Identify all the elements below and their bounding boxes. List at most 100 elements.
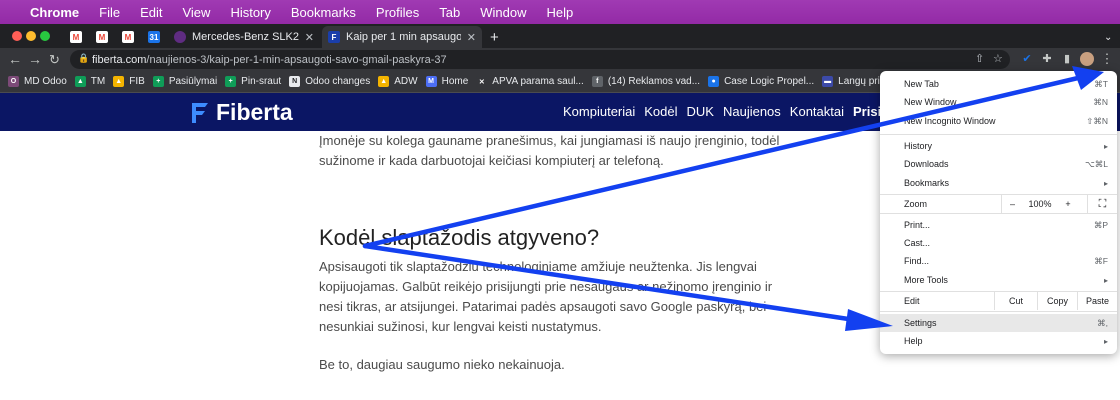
bookmark-label: MD Odoo (24, 76, 67, 87)
back-arrow-icon[interactable]: ← (8, 51, 22, 68)
menu-label: New Incognito Window (904, 116, 996, 126)
shortcut: ⌘N (1093, 96, 1108, 107)
body-paragraph-2: Be to, daugiau saugumo nieko nekainuoja. (319, 357, 565, 372)
gmail-icon: M (96, 31, 108, 43)
reading-list-icon[interactable]: ▮ (1060, 52, 1074, 66)
menu-downloads[interactable]: Downloads ⌥⌘L (880, 155, 1117, 173)
shortcut: ⌥⌘L (1084, 158, 1108, 169)
gmail-icon: M (70, 31, 82, 43)
edit-cut-button[interactable]: Cut (994, 292, 1037, 310)
close-window-button[interactable] (12, 31, 22, 41)
menubar-view[interactable]: View (182, 5, 210, 20)
menu-divider (880, 311, 1117, 312)
nav-kompiuteriai[interactable]: Kompiuteriai (563, 104, 635, 119)
tab-mercedes[interactable]: Mercedes-Benz SLK280, 3.0 l ✕ (168, 26, 320, 48)
tab-strip: M M M 31 Mercedes-Benz SLK280, 3.0 l ✕ F… (0, 24, 1120, 48)
bookmark-favicon-icon: O (8, 76, 19, 87)
menubar-file[interactable]: File (99, 5, 120, 20)
browser-toolbar: ← → ↻ 🔒 fiberta.com /naujienos-3/kaip-pe… (0, 48, 1120, 71)
minimize-window-button[interactable] (26, 31, 36, 41)
tab-search-chevron-icon[interactable]: ⌄ (1098, 26, 1118, 48)
bookmark-favicon-icon: + (152, 76, 164, 87)
menubar-profiles[interactable]: Profiles (376, 5, 419, 20)
menubar-help[interactable]: Help (547, 5, 574, 20)
bookmark-item[interactable]: ▲ TM (74, 76, 106, 87)
menu-settings[interactable]: Settings ⌘, (880, 314, 1117, 332)
bookmark-item[interactable]: ▲ FIB (113, 76, 145, 87)
share-icon[interactable]: ⇧ (975, 52, 984, 65)
menu-label: Print... (904, 220, 931, 230)
address-bar[interactable]: 🔒 fiberta.com /naujienos-3/kaip-per-1-mi… (70, 50, 1010, 69)
shortcut: ⌘, (1097, 317, 1108, 328)
fullscreen-icon[interactable]: ⛶ (1087, 195, 1117, 213)
pinned-tab-gmail-2[interactable]: M (90, 26, 114, 48)
lock-icon[interactable]: 🔒 (78, 53, 89, 64)
forward-arrow-icon[interactable]: → (28, 51, 42, 68)
bookmark-item[interactable]: N Odoo changes (289, 76, 370, 87)
bookmark-label: Pasiūlymai (168, 76, 218, 87)
menu-more-tools[interactable]: More Tools ▸ (880, 271, 1117, 289)
fiberta-logo[interactable]: Fiberta (190, 99, 293, 126)
nav-kodel[interactable]: Kodėl (644, 104, 677, 119)
bookmark-favicon-icon: ▬ (822, 76, 834, 87)
menu-new-incognito-window[interactable]: New Incognito Window ⇧⌘N (880, 112, 1117, 130)
bookmark-label: Pin-sraut (241, 76, 282, 87)
menubar-tab[interactable]: Tab (439, 5, 460, 20)
pinned-tab-gmail-3[interactable]: M (116, 26, 140, 48)
menu-new-window[interactable]: New Window ⌘N (880, 93, 1117, 111)
menu-label: Bookmarks (904, 178, 950, 188)
edit-paste-button[interactable]: Paste (1077, 292, 1117, 310)
intro-paragraph: Įmonėje su kolega gauname pranešimus, ka… (319, 133, 780, 168)
bookmark-item[interactable]: ✕ APVA parama saul... (476, 76, 584, 87)
menu-find[interactable]: Find... ⌘F (880, 252, 1117, 270)
bookmark-item[interactable]: + Pasiūlymai (152, 76, 218, 87)
bookmark-favicon-icon: ✕ (476, 76, 488, 87)
menubar-app-name[interactable]: Chrome (30, 5, 79, 20)
menu-bookmarks[interactable]: Bookmarks ▸ (880, 174, 1117, 192)
pinned-tab-calendar[interactable]: 31 (142, 26, 166, 48)
shortcut: ⇧⌘N (1086, 115, 1108, 126)
new-tab-button[interactable]: + (484, 26, 504, 48)
close-tab-icon[interactable]: ✕ (467, 31, 476, 44)
nav-kontaktai[interactable]: Kontaktai (790, 104, 844, 119)
extension-check-icon[interactable]: ✔ (1020, 52, 1034, 66)
bookmark-label: Case Logic Propel... (724, 76, 815, 87)
reload-icon[interactable]: ↻ (49, 51, 60, 68)
submenu-arrow-icon: ▸ (1103, 178, 1108, 188)
bookmark-favicon-icon: ▲ (378, 76, 390, 87)
edit-copy-button[interactable]: Copy (1037, 292, 1077, 310)
pinned-tab-gmail-1[interactable]: M (64, 26, 88, 48)
menubar-history[interactable]: History (230, 5, 270, 20)
bookmark-item[interactable]: O MD Odoo (8, 76, 67, 87)
menu-new-tab[interactable]: New Tab ⌘T (880, 75, 1117, 93)
chrome-menu-kebab-icon[interactable]: ⋮ (1100, 52, 1114, 66)
bookmark-star-icon[interactable]: ☆ (993, 52, 1003, 65)
submenu-arrow-icon: ▸ (1103, 336, 1108, 346)
bookmark-item[interactable]: ● Case Logic Propel... (708, 76, 814, 87)
menu-print[interactable]: Print... ⌘P (880, 216, 1117, 234)
menu-help[interactable]: Help ▸ (880, 332, 1117, 350)
zoom-window-button[interactable] (40, 31, 50, 41)
bookmark-item[interactable]: M Home (425, 76, 468, 87)
bookmark-label: TM (90, 76, 106, 87)
nav-duk[interactable]: DUK (687, 104, 714, 119)
bookmark-item[interactable]: f (14) Reklamos vad... (591, 76, 700, 87)
menubar-window[interactable]: Window (480, 5, 526, 20)
menu-divider (880, 134, 1117, 135)
close-tab-icon[interactable]: ✕ (305, 31, 314, 44)
bookmark-item[interactable]: + Pin-sraut (225, 76, 281, 87)
section-heading: Kodėl slaptažodis atgyveno? (319, 225, 600, 250)
menubar-edit[interactable]: Edit (140, 5, 162, 20)
zoom-level: 100% (1028, 199, 1052, 209)
zoom-in-button[interactable]: + (1057, 195, 1079, 213)
menu-history[interactable]: History ▸ (880, 137, 1117, 155)
menu-cast[interactable]: Cast... (880, 234, 1117, 252)
shortcut: ⌘P (1093, 219, 1108, 230)
profile-avatar[interactable] (1080, 52, 1094, 66)
extensions-puzzle-icon[interactable]: ✚ (1040, 52, 1054, 66)
nav-naujienos[interactable]: Naujienos (723, 104, 781, 119)
bookmark-item[interactable]: ▲ ADW (378, 76, 418, 87)
tab-fiberta-active[interactable]: F Kaip per 1 min apsaugoti savo ✕ (322, 26, 482, 48)
menubar-bookmarks[interactable]: Bookmarks (291, 5, 356, 20)
zoom-out-button[interactable]: – (1001, 195, 1023, 213)
